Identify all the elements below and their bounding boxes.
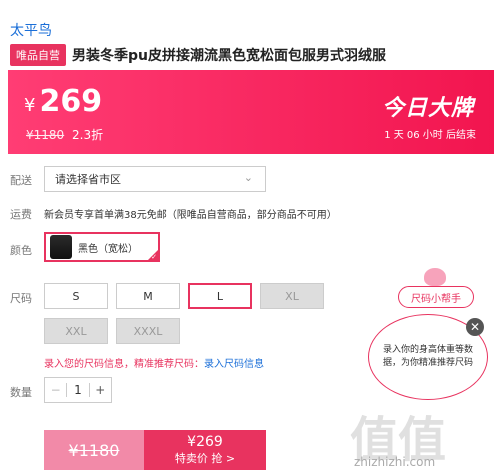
currency-symbol: ¥ (24, 95, 36, 116)
buy-original-price: ¥1180 (44, 430, 144, 470)
check-icon: ✓ (151, 253, 157, 261)
region-select[interactable]: 请选择省市区 ⌄ (44, 166, 266, 192)
size-option-l[interactable]: L (188, 283, 252, 309)
region-select-text: 请选择省市区 (55, 173, 121, 186)
freight-info: 新会员专享首单满38元免邮（限唯品自营商品，部分商品不可用） (44, 210, 337, 221)
color-option[interactable]: 黑色（宽松） ✓ (44, 232, 160, 262)
product-title: 男装冬季pu皮拼接潮流黑色宽松面包服男式羽绒服 (72, 48, 386, 64)
original-price-row: ¥1180 2.3折 (26, 126, 103, 143)
size-option-xl: XL (260, 283, 324, 309)
countdown-timer: 1 天 06 小时 后结束 (384, 130, 476, 141)
ship-label: 配送 (10, 174, 32, 187)
close-icon[interactable]: ✕ (466, 318, 484, 336)
current-price-value: 269 (39, 84, 103, 119)
increase-button[interactable]: + (88, 383, 111, 397)
enter-size-link[interactable]: 录入尺码信息 (204, 359, 264, 370)
buy-now-price: ¥269 (187, 434, 223, 450)
price-banner: ¥269 ¥1180 2.3折 今日大牌 1 天 06 小时 后结束 (8, 70, 494, 154)
today-brand-title: 今日大牌 (381, 96, 474, 121)
quantity-stepper: − 1 + (44, 377, 112, 403)
product-page: 太平鸟 唯品自营 男装冬季pu皮拼接潮流黑色宽松面包服男式羽绒服 ¥269 ¥1… (0, 0, 500, 476)
decrease-button[interactable]: − (45, 383, 68, 397)
chevron-down-icon: ⌄ (243, 171, 253, 184)
brand-link[interactable]: 太平鸟 (10, 20, 52, 40)
quantity-value[interactable]: 1 (67, 383, 88, 397)
size-hint-text: 录入您的尺码信息，精准推荐尺码： (44, 359, 204, 370)
watermark-logo: 值值值 (350, 412, 447, 468)
size-option-s[interactable]: S (44, 283, 108, 309)
buy-now-section[interactable]: ¥269 特卖价 抢 > (144, 430, 266, 470)
color-thumbnail (50, 235, 72, 259)
discount-label: 2.3折 (72, 128, 104, 142)
size-hint: 录入您的尺码信息，精准推荐尺码：录入尺码信息 (44, 355, 264, 370)
color-option-label: 黑色（宽松） (78, 243, 138, 255)
mascot-icon (424, 268, 446, 286)
title-row: 唯品自营 男装冬季pu皮拼接潮流黑色宽松面包服男式羽绒服 (10, 44, 386, 66)
watermark-url: zhizhizhi.com (354, 455, 436, 469)
buy-button[interactable]: ¥1180 ¥269 特卖价 抢 > (44, 430, 266, 470)
quantity-label: 数量 (10, 386, 32, 399)
buy-now-label: 特卖价 抢 > (174, 452, 236, 465)
size-label: 尺码 (10, 292, 32, 305)
original-price: ¥1180 (26, 128, 65, 142)
current-price: ¥269 (24, 84, 102, 119)
size-helper-tag[interactable]: 尺码小帮手 (398, 286, 474, 308)
size-option-xxxl: XXXL (116, 318, 180, 344)
color-label: 颜色 (10, 244, 32, 257)
self-operated-badge: 唯品自营 (10, 44, 66, 66)
freight-label: 运费 (10, 208, 32, 221)
size-option-xxl: XXL (44, 318, 108, 344)
size-option-m[interactable]: M (116, 283, 180, 309)
